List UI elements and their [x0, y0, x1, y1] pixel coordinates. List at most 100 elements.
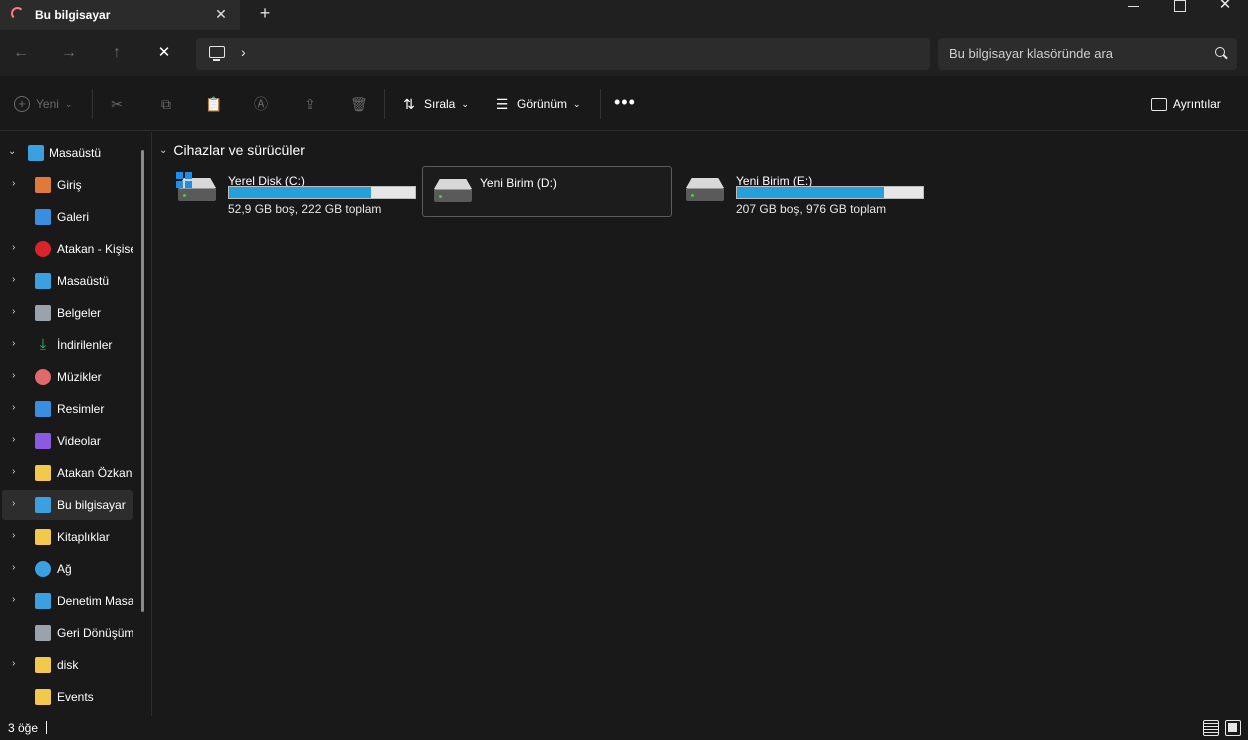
- expand-chevron-icon[interactable]: ›: [12, 530, 22, 541]
- expand-chevron-icon[interactable]: ›: [12, 434, 22, 445]
- expand-chevron-icon[interactable]: ›: [12, 338, 22, 349]
- status-bar: 3 öğe: [0, 716, 1248, 740]
- cut-icon[interactable]: ✂: [109, 96, 125, 112]
- command-bar: + Yeni ⌄ ✂ ⧉ 📋 Ⓐ ⇪ 🗑 ⇅ Sırala ⌄ ☰ Görünü…: [0, 76, 1248, 131]
- pictures-icon: [35, 401, 51, 417]
- documents-icon: [35, 305, 51, 321]
- details-view-icon[interactable]: [1203, 720, 1219, 736]
- sort-icon: ⇅: [403, 96, 415, 112]
- drive-space-info: 52,9 GB boş, 222 GB toplam: [228, 202, 382, 216]
- sidebar-item-label: Events: [57, 690, 94, 704]
- details-pane-button[interactable]: Ayrıntılar: [1151, 94, 1221, 114]
- share-icon[interactable]: ⇪: [302, 96, 318, 112]
- tab-this-pc[interactable]: Bu bilgisayar ✕: [0, 0, 240, 30]
- expand-chevron-icon[interactable]: ›: [12, 562, 22, 573]
- group-header-devices[interactable]: ⌄ Cihazlar ve sürücüler: [159, 142, 305, 158]
- delete-icon[interactable]: 🗑: [350, 96, 368, 112]
- downloads-icon: ⤓: [39, 336, 47, 353]
- search-input[interactable]: Bu bilgisayar klasöründe ara: [949, 46, 1113, 61]
- sidebar-item-user-folder[interactable]: › Atakan Özkan: [2, 458, 133, 488]
- tab-close-icon[interactable]: ✕: [212, 5, 230, 23]
- expand-chevron-icon[interactable]: ›: [12, 370, 22, 381]
- hard-drive-icon: [176, 172, 218, 202]
- onedrive-personal-icon: [35, 241, 51, 257]
- drive-c[interactable]: Yerel Disk (C:) 52,9 GB boş, 222 GB topl…: [167, 166, 417, 217]
- drive-d[interactable]: Yeni Birim (D:): [422, 166, 672, 217]
- expand-chevron-icon[interactable]: ›: [12, 242, 22, 253]
- sidebar-scrollbar[interactable]: [141, 150, 144, 612]
- sidebar-item-network[interactable]: › Ağ: [2, 554, 133, 584]
- chevron-down-icon: ⌄: [573, 98, 581, 109]
- new-label: Yeni: [36, 97, 59, 111]
- window-close-button[interactable]: ✕: [1202, 0, 1248, 30]
- rename-icon[interactable]: Ⓐ: [253, 96, 269, 112]
- stop-loading-button[interactable]: ✕: [152, 41, 176, 65]
- sidebar-item-downloads[interactable]: › ⤓ İndirilenler: [2, 330, 133, 360]
- sidebar-item-music[interactable]: › Müzikler: [2, 362, 133, 392]
- copy-icon[interactable]: ⧉: [158, 96, 174, 112]
- sidebar-item-desktop[interactable]: › Masaüstü: [2, 266, 133, 296]
- tiles-view-icon[interactable]: [1225, 720, 1241, 736]
- control-panel-icon: [35, 593, 51, 609]
- desktop-icon: [35, 273, 51, 289]
- sidebar-item-label: Atakan Özkan: [57, 466, 133, 480]
- text-cursor: [46, 721, 47, 734]
- drive-usage-bar: [228, 186, 416, 199]
- sidebar-item-label: Geri Dönüşüm: [57, 626, 133, 640]
- sidebar-item-pictures[interactable]: › Resimler: [2, 394, 133, 424]
- expand-chevron-icon[interactable]: ›: [12, 594, 22, 605]
- expand-chevron-icon[interactable]: ›: [12, 306, 22, 317]
- navigation-pane: ⌄ Masaüstü › Giriş Galeri › Atakan - Kiş…: [0, 132, 152, 716]
- desktop-icon: [28, 145, 44, 161]
- sidebar-item-gallery[interactable]: Galeri: [2, 202, 133, 232]
- folder-icon: [35, 689, 51, 705]
- sidebar-item-control-panel[interactable]: › Denetim Masa: [2, 586, 133, 616]
- sidebar-item-libraries[interactable]: › Kitaplıklar: [2, 522, 133, 552]
- sidebar-item-this-pc[interactable]: › Bu bilgisayar: [2, 490, 133, 520]
- view-icon: ☰: [495, 96, 509, 112]
- home-icon: [35, 177, 51, 193]
- expand-chevron-icon[interactable]: ›: [12, 178, 22, 189]
- divider: [384, 89, 385, 119]
- more-options-icon[interactable]: •••: [614, 93, 636, 111]
- divider: [92, 89, 93, 119]
- drive-e[interactable]: Yeni Birim (E:) 207 GB boş, 976 GB topla…: [675, 166, 925, 217]
- new-button[interactable]: + Yeni ⌄: [14, 94, 72, 114]
- sidebar-item-documents[interactable]: › Belgeler: [2, 298, 133, 328]
- sidebar-item-desktop-root[interactable]: ⌄ Masaüstü: [2, 138, 133, 168]
- maximize-button[interactable]: [1156, 0, 1202, 30]
- address-bar[interactable]: ›: [196, 38, 930, 70]
- expand-chevron-icon[interactable]: ›: [12, 658, 22, 669]
- expand-chevron-icon[interactable]: ›: [12, 466, 22, 477]
- loading-spinner-icon: [11, 7, 24, 20]
- item-count: 3 öğe: [8, 721, 39, 735]
- sidebar-item-label: İndirilenler: [57, 338, 113, 352]
- expand-chevron-icon[interactable]: ›: [12, 498, 22, 509]
- breadcrumb-chevron-icon[interactable]: ›: [241, 44, 246, 60]
- sidebar-item-label: Belgeler: [57, 306, 102, 320]
- search-box[interactable]: Bu bilgisayar klasöründe ara: [938, 38, 1237, 70]
- sidebar-item-videos[interactable]: › Videolar: [2, 426, 133, 456]
- sidebar-item-recycle-bin[interactable]: Geri Dönüşüm: [2, 618, 133, 648]
- new-tab-button[interactable]: +: [256, 4, 274, 24]
- sidebar-item-label: Denetim Masa: [57, 594, 133, 608]
- sidebar-item-onedrive-personal[interactable]: › Atakan - Kişise: [2, 234, 133, 264]
- forward-button[interactable]: →: [57, 41, 81, 65]
- drive-usage-fill: [737, 187, 884, 198]
- minimize-button[interactable]: [1110, 0, 1156, 30]
- title-bar: Bu bilgisayar ✕ + ✕: [0, 0, 1248, 30]
- sidebar-item-disk-folder[interactable]: › disk: [2, 650, 133, 680]
- expand-chevron-icon[interactable]: ›: [12, 402, 22, 413]
- expand-chevron-icon[interactable]: ›: [12, 274, 22, 285]
- sidebar-item-home[interactable]: › Giriş: [2, 170, 133, 200]
- expand-chevron-icon[interactable]: ⌄: [8, 146, 18, 157]
- collapse-chevron-icon[interactable]: ⌄: [159, 145, 167, 156]
- sidebar-item-label: Müzikler: [57, 370, 102, 384]
- sidebar-item-events-folder[interactable]: Events: [2, 682, 133, 712]
- sort-button[interactable]: ⇅ Sırala ⌄: [400, 94, 469, 114]
- paste-icon[interactable]: 📋: [205, 96, 222, 112]
- sidebar-item-label: Kitaplıklar: [57, 530, 110, 544]
- back-button[interactable]: ←: [9, 41, 33, 65]
- up-button[interactable]: ↑: [105, 41, 129, 65]
- view-button[interactable]: ☰ Görünüm ⌄: [493, 94, 581, 114]
